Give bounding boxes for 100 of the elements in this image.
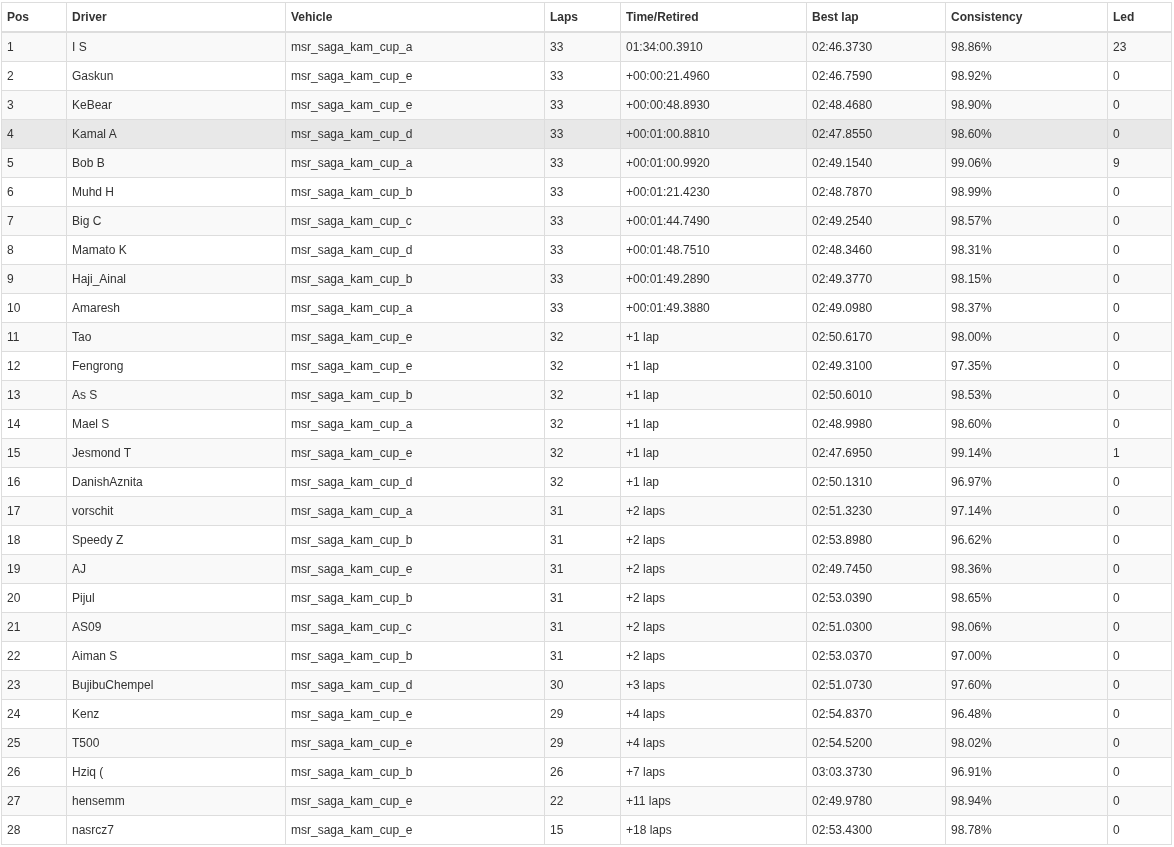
table-cell: 98.99% bbox=[945, 177, 1108, 207]
table-cell: KeBear bbox=[66, 90, 286, 120]
table-cell: 0 bbox=[1107, 380, 1172, 410]
table-cell: +2 laps bbox=[620, 641, 807, 671]
table-cell: 32 bbox=[544, 409, 621, 439]
table-cell: 0 bbox=[1107, 786, 1172, 816]
table-cell: 33 bbox=[544, 119, 621, 149]
table-cell: 18 bbox=[1, 525, 67, 555]
table-cell: AJ bbox=[66, 554, 286, 584]
table-cell: 02:53.4300 bbox=[806, 815, 946, 845]
table-cell: 26 bbox=[544, 757, 621, 787]
table-cell: msr_saga_kam_cup_d bbox=[285, 670, 545, 700]
table-cell: 02:49.7450 bbox=[806, 554, 946, 584]
table-cell: 3 bbox=[1, 90, 67, 120]
table-cell: 02:46.3730 bbox=[806, 32, 946, 62]
table-cell: 26 bbox=[1, 757, 67, 787]
table-cell: 0 bbox=[1107, 612, 1172, 642]
table-cell: msr_saga_kam_cup_e bbox=[285, 815, 545, 845]
table-cell: 02:50.6010 bbox=[806, 380, 946, 410]
table-cell: Tao bbox=[66, 322, 286, 352]
table-cell: 98.53% bbox=[945, 380, 1108, 410]
table-cell: 0 bbox=[1107, 409, 1172, 439]
table-cell: 0 bbox=[1107, 177, 1172, 207]
table-cell: 11 bbox=[1, 322, 67, 352]
table-cell: Big C bbox=[66, 206, 286, 236]
table-cell: 96.48% bbox=[945, 699, 1108, 729]
table-cell: 02:54.8370 bbox=[806, 699, 946, 729]
table-cell: msr_saga_kam_cup_b bbox=[285, 264, 545, 294]
table-cell: 32 bbox=[544, 322, 621, 352]
table-cell: 98.92% bbox=[945, 61, 1108, 91]
table-cell: 16 bbox=[1, 467, 67, 497]
table-cell: 98.15% bbox=[945, 264, 1108, 294]
table-cell: +00:01:00.8810 bbox=[620, 119, 807, 149]
table-cell: 02:49.0980 bbox=[806, 293, 946, 323]
table-cell: msr_saga_kam_cup_e bbox=[285, 351, 545, 381]
table-cell: 0 bbox=[1107, 293, 1172, 323]
table-cell: 98.86% bbox=[945, 32, 1108, 62]
table-cell: +00:01:48.7510 bbox=[620, 235, 807, 265]
table-cell: Haji_Ainal bbox=[66, 264, 286, 294]
table-cell: +3 laps bbox=[620, 670, 807, 700]
table-cell: 97.00% bbox=[945, 641, 1108, 671]
table-cell: 33 bbox=[544, 264, 621, 294]
table-cell: 27 bbox=[1, 786, 67, 816]
table-cell: 98.60% bbox=[945, 119, 1108, 149]
table-cell: msr_saga_kam_cup_e bbox=[285, 728, 545, 758]
table-cell: Aiman S bbox=[66, 641, 286, 671]
table-cell: 0 bbox=[1107, 264, 1172, 294]
table-cell: 0 bbox=[1107, 235, 1172, 265]
table-cell: Amaresh bbox=[66, 293, 286, 323]
table-cell: 02:49.1540 bbox=[806, 148, 946, 178]
table-cell: 0 bbox=[1107, 641, 1172, 671]
table-cell: 02:48.9980 bbox=[806, 409, 946, 439]
table-cell: 02:51.3230 bbox=[806, 496, 946, 526]
table-cell: +1 lap bbox=[620, 351, 807, 381]
table-cell: Kenz bbox=[66, 699, 286, 729]
table-cell: 0 bbox=[1107, 90, 1172, 120]
table-cell: 31 bbox=[544, 583, 621, 613]
table-cell: Jesmond T bbox=[66, 438, 286, 468]
table-cell: 0 bbox=[1107, 670, 1172, 700]
table-cell: 31 bbox=[544, 525, 621, 555]
table-cell: 29 bbox=[544, 699, 621, 729]
table-cell: 0 bbox=[1107, 467, 1172, 497]
table-cell: 33 bbox=[544, 148, 621, 178]
table-cell: msr_saga_kam_cup_e bbox=[285, 554, 545, 584]
table-cell: 01:34:00.3910 bbox=[620, 32, 807, 62]
table-cell: 96.91% bbox=[945, 757, 1108, 787]
table-cell: msr_saga_kam_cup_a bbox=[285, 496, 545, 526]
table-cell: 0 bbox=[1107, 699, 1172, 729]
table-cell: 0 bbox=[1107, 583, 1172, 613]
table-cell: +1 lap bbox=[620, 438, 807, 468]
table-cell: 24 bbox=[1, 699, 67, 729]
table-cell: 98.00% bbox=[945, 322, 1108, 352]
table-cell: 02:49.9780 bbox=[806, 786, 946, 816]
table-cell: 02:47.6950 bbox=[806, 438, 946, 468]
table-cell: msr_saga_kam_cup_b bbox=[285, 380, 545, 410]
table-cell: msr_saga_kam_cup_e bbox=[285, 699, 545, 729]
table-cell: 0 bbox=[1107, 815, 1172, 845]
table-cell: 32 bbox=[544, 467, 621, 497]
table-cell: 02:53.0390 bbox=[806, 583, 946, 613]
table-cell: 02:54.5200 bbox=[806, 728, 946, 758]
table-cell: DanishAznita bbox=[66, 467, 286, 497]
table-cell: +1 lap bbox=[620, 322, 807, 352]
table-cell: +7 laps bbox=[620, 757, 807, 787]
table-cell: 32 bbox=[544, 438, 621, 468]
table-cell: 98.31% bbox=[945, 235, 1108, 265]
table-cell: Gaskun bbox=[66, 61, 286, 91]
table-cell: 29 bbox=[544, 728, 621, 758]
table-cell: Muhd H bbox=[66, 177, 286, 207]
table-cell: 02:49.3100 bbox=[806, 351, 946, 381]
table-cell: +2 laps bbox=[620, 496, 807, 526]
table-cell: 98.02% bbox=[945, 728, 1108, 758]
table-cell: 98.65% bbox=[945, 583, 1108, 613]
table-cell: 33 bbox=[544, 177, 621, 207]
table-cell: 02:50.6170 bbox=[806, 322, 946, 352]
table-cell: 98.37% bbox=[945, 293, 1108, 323]
table-cell: nasrcz7 bbox=[66, 815, 286, 845]
table-cell: msr_saga_kam_cup_e bbox=[285, 90, 545, 120]
table-cell: 02:48.4680 bbox=[806, 90, 946, 120]
table-cell: I S bbox=[66, 32, 286, 62]
table-cell: +2 laps bbox=[620, 612, 807, 642]
